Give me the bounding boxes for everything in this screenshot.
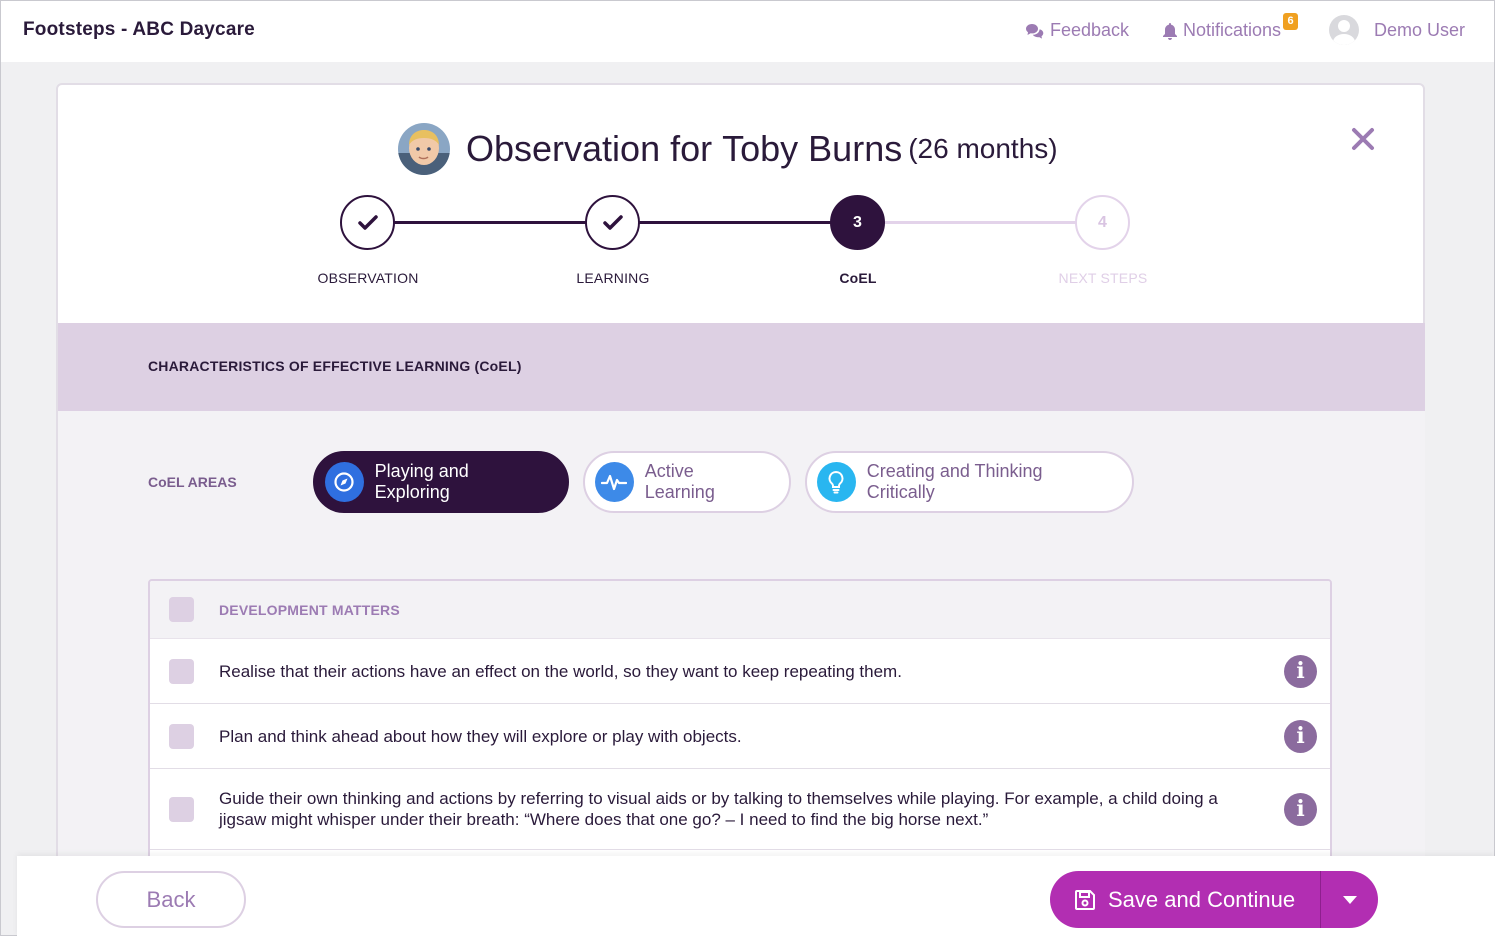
row-statement: Plan and think ahead about how they will… [219,726,742,746]
table-row: Plan and think ahead about how they will… [150,704,1330,769]
row-statement: Guide their own thinking and actions by … [219,789,1218,829]
step-learning-circle[interactable] [585,195,640,250]
info-icon[interactable]: i [1284,719,1317,753]
save-and-continue-main[interactable]: Save and Continue [1050,871,1320,928]
table-header: DEVELOPMENT MATTERS [150,581,1330,639]
row-checkbox[interactable] [169,723,194,749]
row-statement: Realise that their actions have an effec… [219,661,902,681]
step-connector [884,221,1076,224]
notifications-link[interactable]: Notifications [1162,20,1281,41]
user-name: Demo User [1374,19,1466,40]
progress-stepper: 3 4 OBSERVATION LEARNING CoEL NEXT STEPS [58,193,1427,303]
observation-card: Observation for Toby Burns (26 months) 3… [56,83,1425,936]
step-connector [394,221,586,224]
caret-down-icon [1342,895,1357,904]
area-tab-label: Creating and Thinking Critically [866,461,1043,502]
step-label-coel: CoEL [839,270,877,286]
compass-icon [325,462,364,502]
section-header: CHARACTERISTICS OF EFFECTIVE LEARNING (C… [58,323,1425,411]
child-name: Toby Burns [722,128,903,169]
table-row: Realise that their actions have an effec… [150,639,1330,704]
step-label-next-steps: NEXT STEPS [1058,270,1148,286]
row-checkbox[interactable] [169,796,194,822]
save-label: Save and Continue [1108,886,1296,912]
observation-title-prefix: Observation for [466,128,713,169]
feedback-label: Feedback [1050,20,1130,40]
top-bar: Footsteps - ABC Daycare Feedback Notific… [1,1,1494,62]
area-tab-playing-and-exploring[interactable]: Playing and Exploring [313,451,569,513]
select-all-checkbox[interactable] [169,597,194,622]
observation-title: Observation for Toby Burns (26 months) [398,123,1058,175]
step-coel-circle[interactable]: 3 [830,195,885,250]
save-and-continue-button[interactable]: Save and Continue [1050,871,1378,928]
step-connector [639,221,831,224]
save-disk-icon [1075,889,1095,910]
user-avatar [1329,15,1359,45]
development-matters-table: DEVELOPMENT MATTERS Realise that their a… [148,579,1332,879]
user-menu[interactable]: Demo User [1329,15,1465,45]
feedback-link[interactable]: Feedback [1025,20,1129,41]
child-avatar [398,123,450,175]
area-tab-active-learning[interactable]: Active Learning [583,451,791,513]
lightbulb-icon [817,462,856,502]
step-label-observation: OBSERVATION [317,270,419,286]
bell-icon [1162,22,1178,40]
app-title[interactable]: Footsteps - ABC Daycare [23,19,255,41]
step-observation-circle[interactable] [340,195,395,250]
notifications-count-badge: 6 [1283,13,1298,30]
area-tab-creating-and-thinking-critically[interactable]: Creating and Thinking Critically [805,451,1134,513]
chat-bubbles-icon [1025,23,1045,39]
pulse-icon [595,462,634,502]
close-icon[interactable] [1348,125,1378,155]
bottom-action-bar: Back Save and Continue [17,856,1495,936]
notifications-label: Notifications [1183,20,1282,40]
save-options-dropdown[interactable] [1321,895,1378,904]
child-age: (26 months) [908,133,1058,164]
back-button[interactable]: Back [96,871,246,928]
checkmark-icon [357,214,378,230]
coel-areas-label: CoEL AREAS [148,474,237,490]
info-icon[interactable]: i [1284,654,1317,688]
step-next-steps-circle[interactable]: 4 [1075,195,1130,250]
table-row: Guide their own thinking and actions by … [150,769,1330,850]
section-title: CHARACTERISTICS OF EFFECTIVE LEARNING (C… [148,358,522,374]
info-icon[interactable]: i [1284,792,1317,826]
row-checkbox[interactable] [169,658,194,684]
step-label-learning: LEARNING [576,270,650,286]
area-tab-label: Playing and Exploring [374,461,469,502]
table-header-label: DEVELOPMENT MATTERS [219,601,400,618]
area-tab-label: Active Learning [644,461,715,502]
checkmark-icon [602,214,623,230]
